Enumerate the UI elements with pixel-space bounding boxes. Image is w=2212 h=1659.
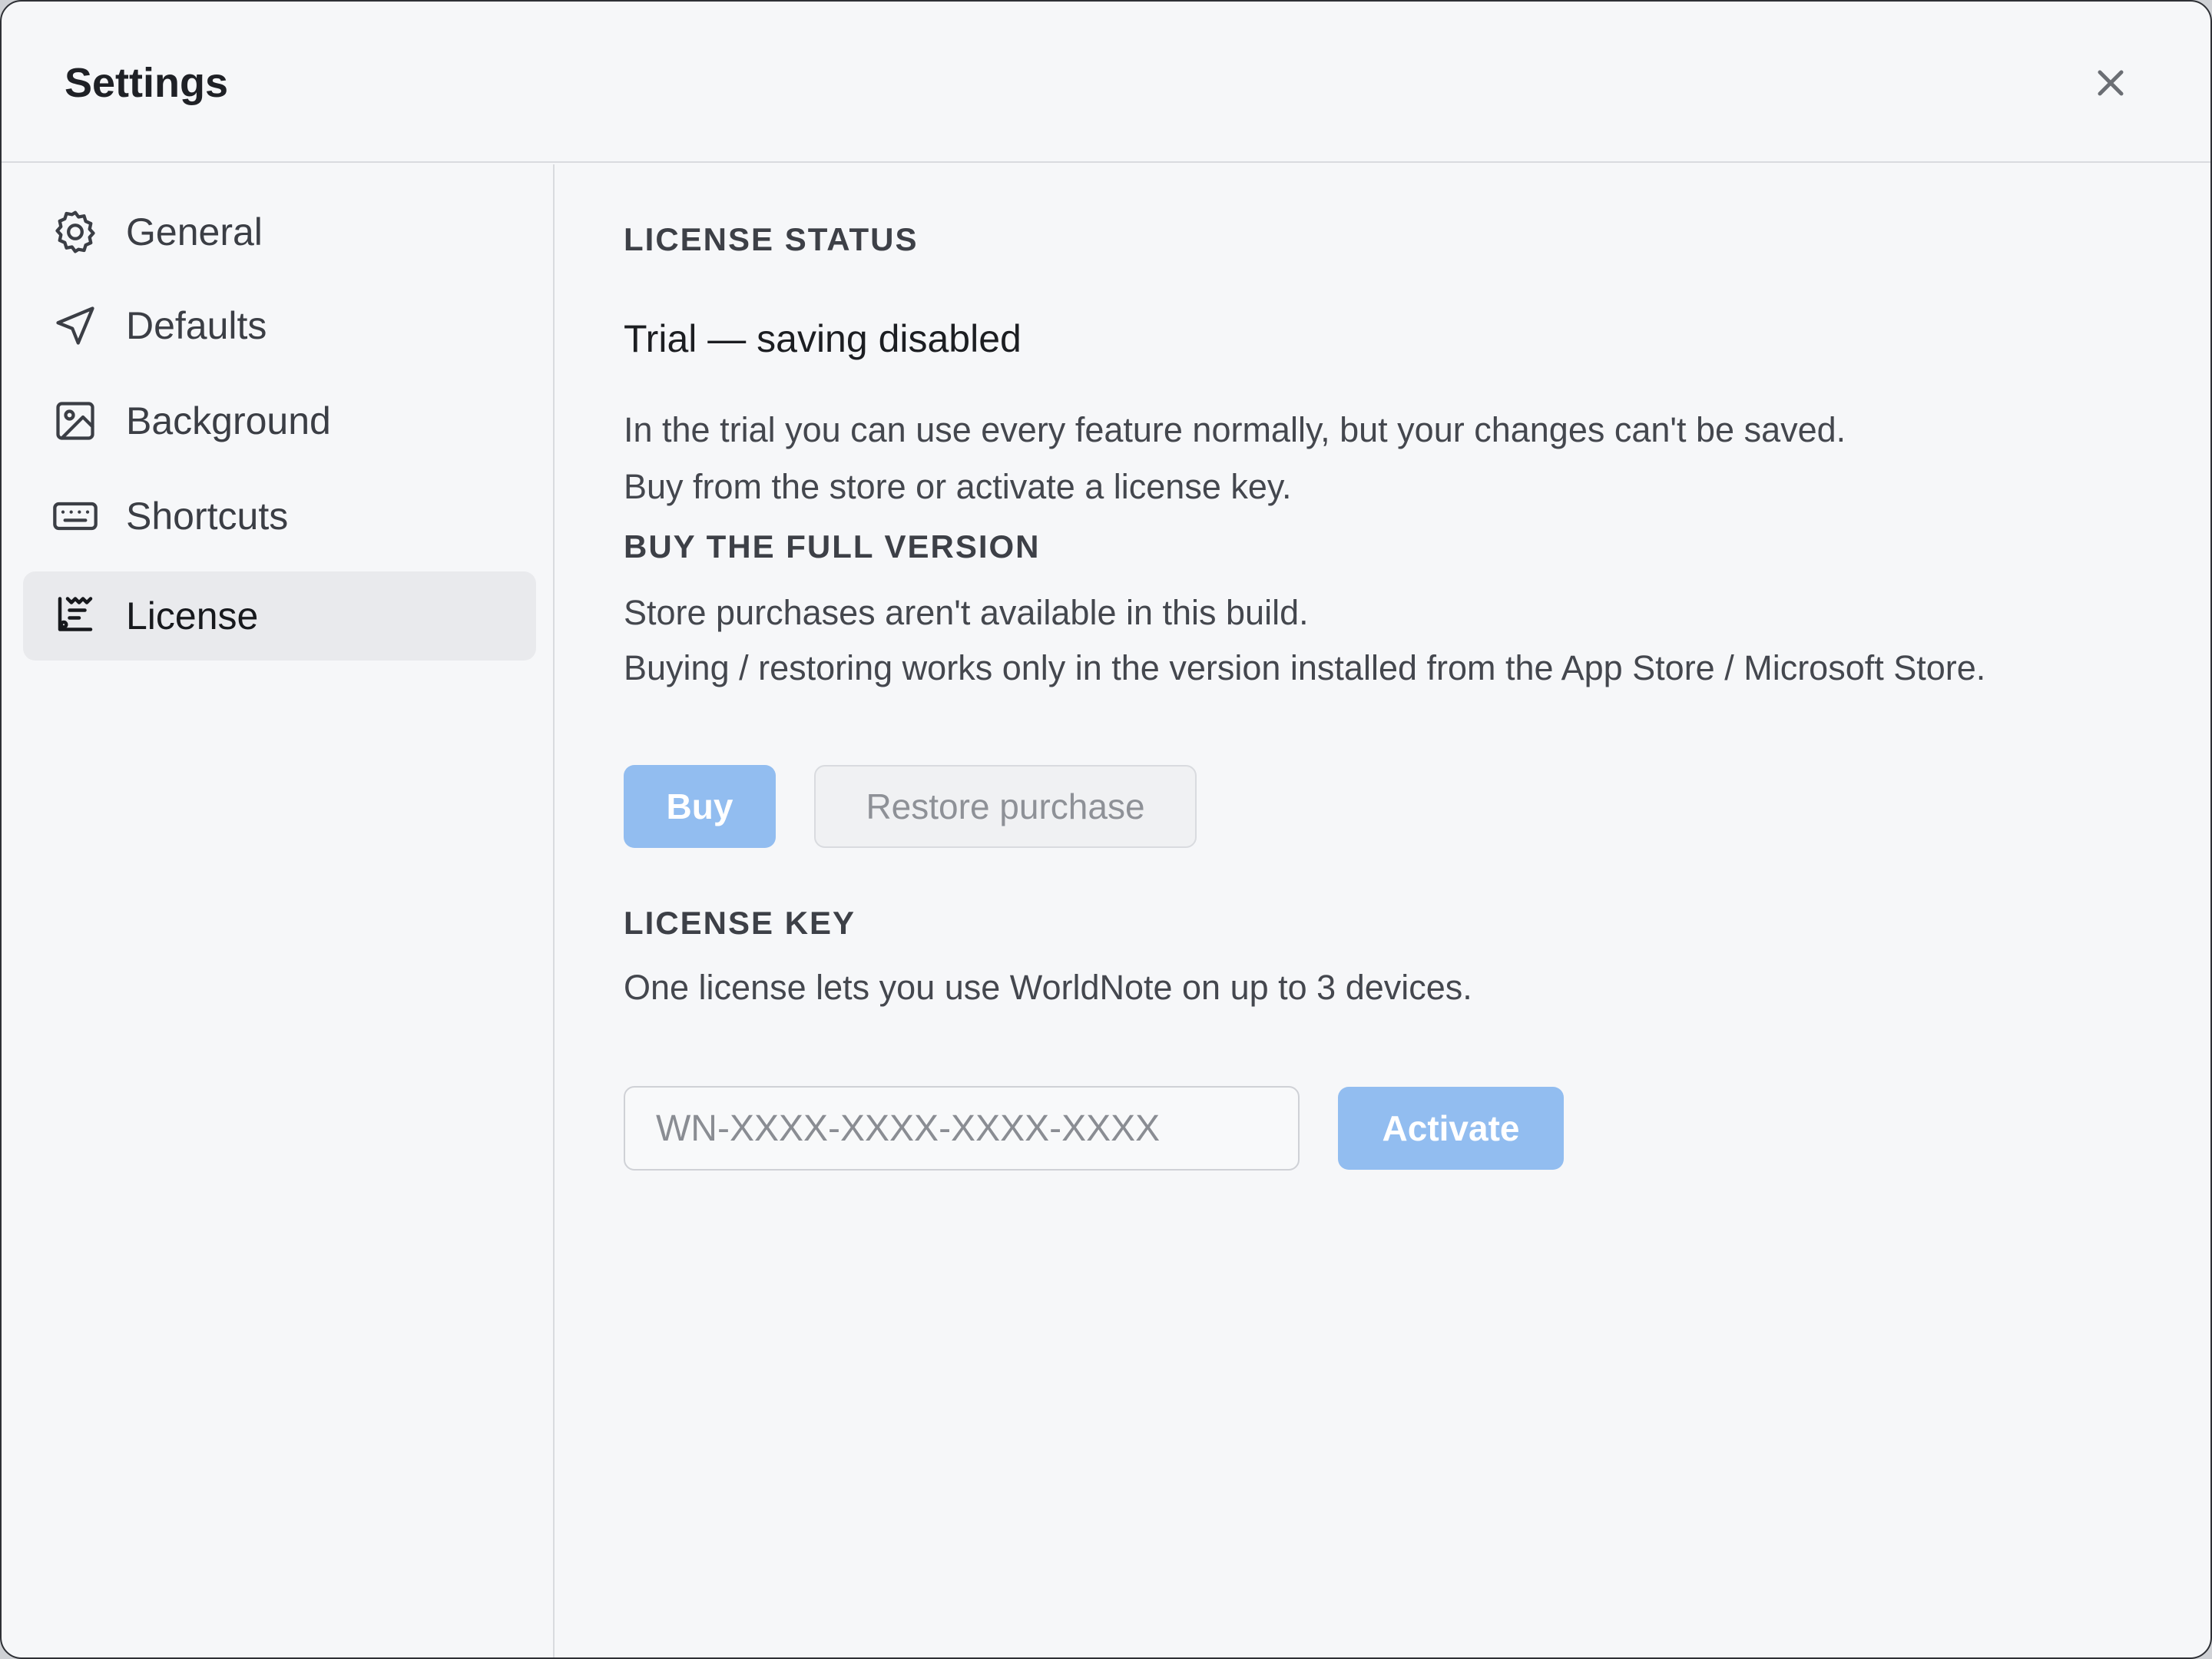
settings-header: Settings — [2, 2, 2210, 163]
sidebar-item-label: General — [126, 210, 263, 253]
navigation-arrow-icon — [51, 301, 100, 350]
license-panel: LICENSE STATUS Trial — saving disabled I… — [555, 164, 2210, 1657]
license-status-description: In the trial you can use every feature n… — [624, 410, 1846, 449]
license-status-description: Buy from the store or activate a license… — [624, 467, 1292, 506]
license-key-heading: LICENSE KEY — [624, 905, 856, 941]
buy-description: Buying / restoring works only in the ver… — [624, 648, 1986, 687]
restore-purchase-button[interactable]: Restore purchase — [814, 765, 1197, 848]
license-status-value: Trial — saving disabled — [624, 317, 1022, 360]
sidebar-item-background[interactable]: Background — [23, 376, 536, 465]
license-key-input[interactable] — [624, 1086, 1300, 1171]
close-icon — [2098, 70, 2124, 96]
settings-window: Settings General Defaults Background Sho… — [0, 0, 2212, 1659]
sidebar-item-label: Background — [126, 399, 331, 442]
sidebar-item-license[interactable]: License — [23, 571, 536, 661]
gear-icon — [51, 207, 100, 257]
sidebar-item-shortcuts[interactable]: Shortcuts — [23, 472, 536, 561]
image-icon — [51, 396, 100, 445]
buy-description: Store purchases aren't available in this… — [624, 593, 1309, 632]
sidebar-item-general[interactable]: General — [23, 187, 536, 276]
sidebar-item-label: Shortcuts — [126, 495, 289, 538]
close-button[interactable] — [2088, 60, 2134, 106]
buy-full-version-heading: BUY THE FULL VERSION — [624, 528, 1041, 565]
activate-button[interactable]: Activate — [1338, 1087, 1564, 1170]
buy-button[interactable]: Buy — [624, 765, 776, 848]
license-key-description: One license lets you use WorldNote on up… — [624, 968, 1472, 1007]
sidebar-item-label: Defaults — [126, 304, 267, 347]
sidebar-item-label: License — [126, 594, 259, 637]
sidebar-item-defaults[interactable]: Defaults — [23, 281, 536, 370]
page-title: Settings — [65, 60, 229, 106]
keyboard-icon — [51, 492, 100, 541]
settings-sidebar: General Defaults Background Shortcuts Li… — [2, 164, 555, 1657]
receipt-icon — [51, 591, 100, 641]
license-status-heading: LICENSE STATUS — [624, 221, 919, 257]
